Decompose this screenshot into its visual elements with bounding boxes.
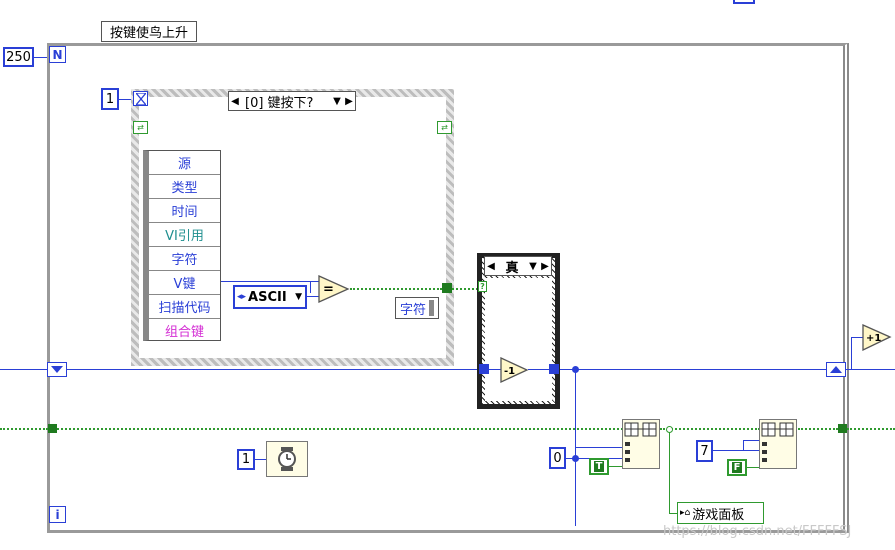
equal-symbol: =	[323, 282, 334, 297]
event-case-selector[interactable]: ◀ [0] 键按下? ▼ ▶	[228, 91, 356, 111]
char-indicator-label: 字符	[399, 302, 426, 318]
case-selector-label: 真	[505, 260, 519, 276]
right-arrow-icon[interactable]: ▶	[343, 96, 355, 107]
numeric-wire-outer-right	[846, 369, 895, 370]
game-panel-property-node[interactable]: ▸⌂ 游戏面板	[677, 502, 764, 524]
case-selector[interactable]: ◀ 真 ▼ ▶	[484, 256, 552, 276]
case-selector-terminal: ?	[478, 281, 487, 292]
ascii-enum-label: ASCII	[248, 289, 287, 305]
false-constant[interactable]: F	[727, 459, 747, 476]
event-boolean-tunnel	[442, 283, 452, 293]
hourglass-icon	[133, 91, 148, 106]
array-grid-icon	[761, 422, 794, 462]
dropdown-arrow-icon[interactable]: ▼	[331, 96, 343, 107]
seven-wire	[713, 450, 760, 451]
false-label: F	[731, 462, 743, 473]
decrement-icon[interactable]: -1	[500, 357, 529, 383]
wait-watch-icon	[278, 447, 296, 471]
panel-ref-wire	[669, 513, 677, 514]
event-registration-right-icon: ⇄	[437, 121, 452, 134]
boolean-wire-outer-right	[847, 428, 895, 430]
true-label: T	[593, 461, 605, 472]
replace-array-subset-icon-2[interactable]	[759, 419, 797, 469]
event-data-time[interactable]: 时间	[149, 199, 220, 223]
increment-branch-wire	[851, 337, 852, 369]
numeric-to-replace1	[575, 447, 623, 448]
char-indicator: 字符	[395, 297, 439, 319]
event-data-source[interactable]: 源	[149, 151, 220, 175]
decrement-symbol: -1	[504, 366, 515, 377]
boolean-wire-outer-left	[0, 428, 48, 430]
zero-constant[interactable]: 0	[549, 447, 566, 469]
panel-ref-branch	[669, 430, 670, 513]
seven-constant[interactable]: 7	[696, 440, 713, 462]
watermark-text: https://blog.csdn.net/FFFFFSJ	[663, 524, 852, 539]
event-data-scancode[interactable]: 扫描代码	[149, 295, 220, 319]
left-arrow-icon[interactable]: ◀	[485, 261, 497, 272]
wait-ms-constant[interactable]: 1	[237, 449, 255, 470]
game-panel-label: 游戏面板	[692, 507, 745, 523]
event-data-node[interactable]: 源 类型 时间 VI引用 字符 V键 扫描代码 组合键	[143, 150, 221, 341]
true-constant[interactable]: T	[589, 458, 609, 475]
event-case-label: [0] 键按下?	[245, 95, 314, 111]
boolean-wire-mid	[660, 428, 760, 430]
array-grid-icon	[624, 422, 657, 462]
wire-junction-dot	[572, 366, 579, 373]
wait-ms-icon[interactable]	[266, 441, 308, 477]
replace2-index-branch	[743, 440, 744, 450]
event-data-modifiers[interactable]: 组合键	[149, 319, 220, 342]
vkey-wire	[221, 281, 321, 282]
numeric-wire-main	[67, 369, 479, 370]
up-arrow-icon	[830, 365, 842, 373]
boolean-wire-end	[798, 428, 838, 430]
numeric-wire-post-case	[560, 369, 826, 370]
loop-label: 按键使鸟上升	[101, 21, 197, 42]
enum-increment-icon[interactable]: ◂▸	[235, 292, 248, 302]
boolean-wire-main	[57, 428, 623, 430]
event-data-type[interactable]: 类型	[149, 175, 220, 199]
comparison-result-wire	[350, 288, 442, 290]
offscreen-node-fragment	[733, 0, 755, 4]
loop-iteration-terminal: i	[49, 506, 66, 523]
numeric-wire-outer-left	[0, 369, 47, 370]
increment-symbol: +1	[866, 333, 881, 344]
wire-junction-dot	[666, 426, 673, 433]
right-arrow-icon[interactable]: ▶	[539, 261, 551, 272]
timeout-constant[interactable]: 1	[101, 88, 119, 110]
case-inner-wire-out	[528, 369, 549, 370]
increment-icon[interactable]: +1	[862, 324, 892, 351]
loop-count-terminal: N	[49, 46, 66, 63]
property-arrow-icon: ▸⌂	[680, 508, 691, 518]
boolean-tunnel-left	[48, 424, 57, 433]
event-data-vi-ref[interactable]: VI引用	[149, 223, 220, 247]
boolean-tunnel-right	[838, 424, 847, 433]
equal-comparator-icon[interactable]: =	[318, 275, 350, 303]
left-arrow-icon[interactable]: ◀	[229, 96, 241, 107]
case-input-tunnel	[479, 364, 489, 374]
event-data-vkey[interactable]: V键	[149, 271, 220, 295]
enum-dropdown-icon[interactable]: ▼	[295, 292, 305, 302]
true-wire	[609, 466, 623, 467]
wire-junction-dot	[572, 455, 579, 462]
shift-register-right[interactable]	[826, 362, 846, 377]
ascii-enum-constant[interactable]: ◂▸ ASCII ▼	[233, 285, 307, 309]
event-registration-left-icon: ⇄	[133, 121, 148, 134]
replace-array-subset-icon-1[interactable]	[622, 419, 660, 469]
down-arrow-icon	[51, 365, 63, 373]
case-output-tunnel	[549, 364, 559, 374]
shift-register-left[interactable]	[47, 362, 67, 377]
event-data-char[interactable]: 字符	[149, 247, 220, 271]
loop-count-constant[interactable]: 250	[3, 47, 34, 67]
replace2-index-wire	[743, 440, 760, 441]
vkey-wire-drop	[310, 281, 311, 293]
dropdown-arrow-icon[interactable]: ▼	[527, 261, 539, 272]
